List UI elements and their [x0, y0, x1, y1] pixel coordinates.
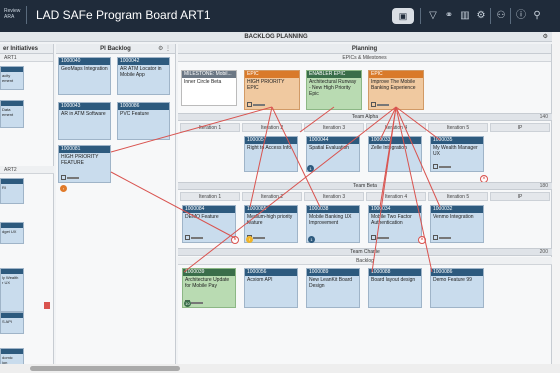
feature-card[interactable]: 1000044 Spatial Evaluation	[306, 136, 360, 172]
iteration-header: IP	[490, 192, 550, 201]
epics-header: EPICs & Milestones	[178, 54, 551, 62]
iteration-header: Iteration 5	[428, 192, 488, 201]
backlog-card[interactable]: 1000040 GeoMaps Integration	[58, 57, 111, 95]
flag-icon	[44, 302, 50, 309]
count-badge: 10	[184, 300, 191, 307]
feature-card[interactable]: 1000088 Board layout design	[368, 268, 422, 308]
initiatives-column: er Initiatives ART1 acity ement Data ement…	[0, 44, 54, 364]
team-charlie-label: Team Charlie	[350, 249, 380, 255]
toolbar-divider	[420, 8, 421, 24]
iteration-header: Iteration 3	[304, 192, 364, 201]
scrollbar-thumb[interactable]	[30, 366, 180, 371]
board-canvas: BACKLOG PLANNING ⚙ er Initiatives ART1 a…	[0, 32, 552, 364]
pi-backlog-title: PI Backlog	[100, 46, 131, 52]
info-icon[interactable]: ⓘ	[514, 9, 528, 23]
initiative-card[interactable]: S API	[0, 312, 24, 334]
team-alpha-label: Team Alpha	[351, 114, 379, 120]
enabler-epic-card[interactable]: ENABLER EPIC Architectural Runway - New H…	[306, 70, 362, 110]
warning-badge[interactable]: !	[246, 236, 253, 243]
initiative-card[interactable]: dget UX	[0, 222, 24, 244]
group-art1: ART1	[0, 54, 53, 62]
feature-card[interactable]: 1000035 My Wealth Manager UX	[430, 136, 484, 172]
users-icon[interactable]: ⚇	[494, 9, 508, 23]
milestone-card[interactable]: MILESTONE: Mobil... Inner Circle Beta	[181, 70, 237, 106]
brand-line2: ARA	[4, 14, 15, 20]
epic-card[interactable]: EPIC Improve The Mobile Banking Experienc…	[368, 70, 424, 110]
iteration-header: Iteration 5	[428, 123, 488, 132]
team-alpha-row: Team Alpha 140	[178, 113, 552, 121]
initiative-card[interactable]: domic ion	[0, 348, 24, 364]
toolbar-divider	[510, 8, 511, 24]
count-badge: 1	[307, 165, 314, 172]
initiative-card[interactable]: Data ement	[0, 100, 24, 128]
feature-card[interactable]: 1000057 Right to Access Info	[244, 136, 298, 172]
feature-card[interactable]: 1000084 DEMO Feature	[182, 205, 236, 243]
backlog-card-high-priority[interactable]: 1000081 HIGH PRIORITY FEATURE	[58, 145, 111, 183]
initiative-card[interactable]: acity ement	[0, 66, 24, 90]
blocked-icon[interactable]: ×	[418, 236, 426, 244]
blocked-icon[interactable]: ×	[231, 236, 239, 244]
backlog-card[interactable]: 1000042 AR ATM Locator in Mobile App	[117, 57, 170, 95]
feature-card[interactable]: 1000056 Acxiom API	[244, 268, 298, 308]
board-settings-icon[interactable]: ⚙	[543, 32, 548, 42]
initiative-card[interactable]: RI	[0, 178, 24, 204]
dependency-icon[interactable]: ⚭	[442, 9, 456, 23]
team-charlie-capacity: 200	[539, 249, 548, 255]
toolbar-divider	[490, 8, 491, 24]
feature-card[interactable]: 1000034 Mobile Two Factor Authentication	[368, 205, 422, 243]
horizontal-scrollbar[interactable]	[0, 364, 560, 373]
board-icon[interactable]: ▣	[392, 8, 414, 24]
count-badge: 1	[308, 236, 315, 243]
team-beta-capacity: 180	[539, 183, 548, 189]
top-bar: Review ARA LAD SAFe Program Board ART1 ▣…	[0, 0, 560, 32]
pi-backlog-header: PI Backlog ⚙ ⋮	[56, 44, 175, 54]
settings-icon[interactable]: ⚙	[474, 9, 488, 23]
initiative-card[interactable]: ly Wealth r UX	[0, 268, 24, 312]
iteration-header: Iteration 4	[366, 123, 426, 132]
chart-icon[interactable]: ▥	[458, 9, 472, 23]
iteration-header: Iteration 1	[180, 123, 240, 132]
vertical-scrollbar[interactable]	[552, 32, 560, 364]
iteration-header: Iteration 3	[304, 123, 364, 132]
team-charlie-row: Team Charlie 200	[178, 248, 552, 256]
charlie-backlog-header: Backlog	[178, 257, 552, 265]
iteration-header: Iteration 1	[180, 192, 240, 201]
dependency-badge[interactable]: ›	[60, 185, 67, 192]
planning-header: Planning	[178, 44, 551, 54]
backlog-card[interactable]: 1000086 PVC Feature	[117, 102, 170, 140]
iteration-header: Iteration 4	[366, 192, 426, 201]
feature-card[interactable]: 1000089 New LeanKit Board Design	[306, 268, 360, 308]
brand-separator	[26, 6, 27, 24]
feature-card[interactable]: 1000033 Zelle Integration	[368, 136, 422, 172]
iteration-header: IP	[490, 123, 550, 132]
team-alpha-capacity: 140	[539, 114, 548, 120]
feature-card[interactable]: 1000086 Demo Feature 99	[430, 268, 484, 308]
group-art2: ART2	[0, 166, 54, 174]
iteration-header: Iteration 2	[242, 192, 302, 201]
board-header: BACKLOG PLANNING ⚙	[0, 32, 552, 42]
brand-logo: Review ARA	[4, 8, 20, 20]
iteration-header: Iteration 2	[242, 123, 302, 132]
column-menu-icon[interactable]: ⚙ ⋮	[158, 44, 171, 54]
filter-icon[interactable]: ▽	[426, 9, 440, 23]
backlog-card[interactable]: 1000043 AR in ATM Software	[58, 102, 111, 140]
board-title: LAD SAFe Program Board ART1	[36, 8, 211, 22]
feature-card[interactable]: 1000032 Venmo Integration	[430, 205, 484, 243]
search-icon[interactable]: ⚲	[530, 9, 544, 23]
team-beta-label: Team Beta	[353, 183, 377, 189]
team-beta-row: Team Beta 180	[178, 182, 552, 190]
board-header-title: BACKLOG PLANNING	[244, 34, 308, 40]
epic-card[interactable]: EPIC HIGH PRIORITY EPIC	[244, 70, 300, 110]
initiatives-header: er Initiatives	[0, 44, 53, 54]
